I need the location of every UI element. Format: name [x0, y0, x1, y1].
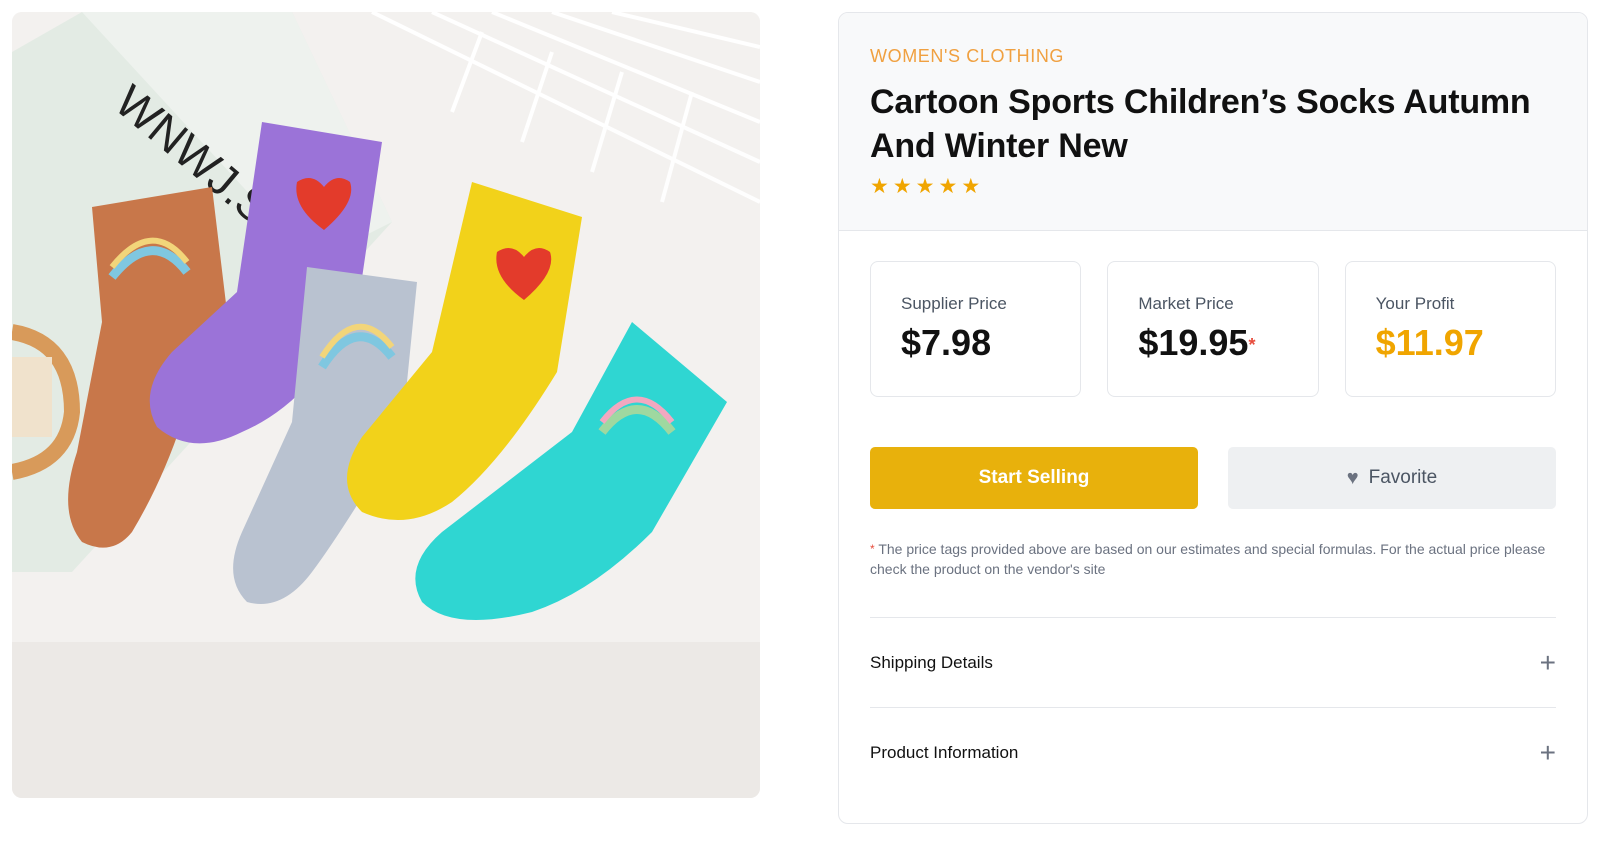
product-card: WOMEN'S CLOTHING Cartoon Sports Children… — [838, 12, 1588, 824]
accordion-product-information[interactable]: Product Information + — [870, 708, 1556, 798]
supplier-price-box: Supplier Price $7.98 — [870, 261, 1082, 397]
accordion-label: Shipping Details — [870, 652, 993, 672]
product-category[interactable]: WOMEN'S CLOTHING — [870, 45, 1556, 67]
action-row: Start Selling ♥ Favorite — [870, 447, 1556, 509]
heart-icon: ♥ — [1346, 467, 1359, 489]
product-image: WNWJ.S — [12, 12, 760, 798]
market-price-asterisk: * — [1248, 335, 1256, 355]
star-icon: ★ — [938, 175, 958, 198]
accordion: Shipping Details + Product Information + — [870, 618, 1556, 798]
start-selling-button[interactable]: Start Selling — [870, 447, 1198, 509]
supplier-price-value: $7.98 — [901, 322, 992, 363]
star-icon: ★ — [961, 175, 981, 198]
profit-value: $11.97 — [1375, 322, 1484, 363]
price-disclaimer: * The price tags provided above are base… — [870, 539, 1556, 579]
disclaimer-asterisk: * — [870, 542, 875, 556]
favorite-label: Favorite — [1368, 467, 1438, 488]
favorite-button[interactable]: ♥ Favorite — [1228, 447, 1556, 509]
accordion-shipping-details[interactable]: Shipping Details + — [870, 618, 1556, 708]
accordion-label: Product Information — [870, 743, 1019, 762]
profit-label: Your Profit — [1375, 294, 1455, 313]
star-icon: ★ — [870, 175, 889, 198]
market-price-value: $19.95 — [1138, 322, 1249, 363]
market-price-wrap: $19.95* — [1138, 322, 1317, 364]
rating-stars: ★ ★ ★ ★ ★ — [870, 176, 1556, 198]
plus-icon[interactable]: + — [1540, 739, 1556, 767]
product-title: Cartoon Sports Children’s Socks Autumn A… — [870, 83, 1531, 165]
star-icon: ★ — [892, 175, 912, 198]
profit-box: Your Profit $11.97 — [1344, 261, 1556, 397]
market-price-label: Market Price — [1138, 294, 1234, 313]
supplier-price-label: Supplier Price — [901, 294, 1007, 313]
product-photo-illustration: WNWJ.S — [12, 12, 760, 798]
star-icon: ★ — [915, 175, 935, 198]
price-row: Supplier Price $7.98 Market Price $19.95… — [870, 261, 1556, 397]
disclaimer-text: The price tags provided above are based … — [870, 541, 1546, 577]
product-header: WOMEN'S CLOTHING Cartoon Sports Children… — [839, 13, 1587, 231]
market-price-box: Market Price $19.95* — [1107, 261, 1319, 397]
plus-icon[interactable]: + — [1540, 648, 1556, 677]
start-selling-label: Start Selling — [978, 467, 1090, 488]
